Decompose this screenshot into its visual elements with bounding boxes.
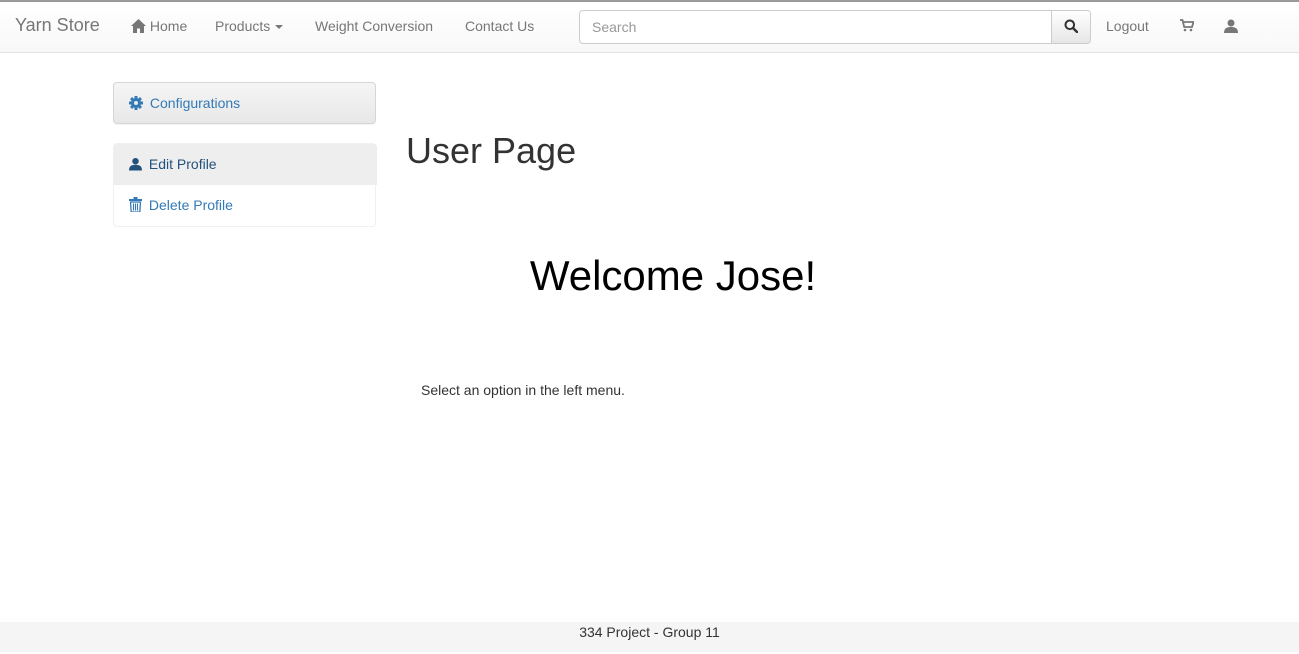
sidebar-menu: Edit Profile Delete Profile (113, 143, 377, 227)
cart-link[interactable] (1180, 19, 1195, 37)
search-form (579, 10, 1091, 44)
home-icon (131, 18, 150, 34)
nav-home-label: Home (149, 18, 188, 34)
user-icon (1224, 19, 1238, 37)
nav-home-link[interactable]: Home (131, 18, 187, 34)
instruction-text: Select an option in the left menu. (421, 382, 625, 398)
chevron-down-icon (275, 25, 284, 29)
footer-text: 334 Project - Group 11 (579, 624, 720, 640)
sidebar-heading: Configurations (113, 82, 376, 124)
user-icon (129, 156, 149, 172)
sidebar-item-edit-profile[interactable]: Edit Profile (114, 144, 377, 185)
gear-icon (129, 95, 150, 111)
profile-link[interactable] (1224, 19, 1238, 38)
cart-icon (1180, 19, 1195, 36)
search-button[interactable] (1051, 11, 1090, 43)
nav-logout-link[interactable]: Logout (1106, 18, 1149, 34)
welcome-heading: Welcome Jose! (529, 252, 817, 299)
nav-weight-conversion-link[interactable]: Weight Conversion (315, 18, 433, 34)
search-input[interactable] (580, 11, 1052, 43)
page-title: User Page (406, 130, 577, 171)
brand-link[interactable]: Yarn Store (15, 15, 100, 36)
configurations-label: Configurations (149, 95, 241, 111)
top-navbar: Yarn Store Home Products Weight Conversi… (0, 2, 1299, 53)
nav-products-label: Products (215, 18, 271, 34)
footer: 334 Project - Group 11 (0, 622, 1299, 652)
nav-products-dropdown[interactable]: Products (215, 18, 284, 34)
sidebar-item-label: Edit Profile (148, 156, 217, 172)
sidebar-item-label: Delete Profile (148, 197, 233, 213)
trash-icon (129, 197, 149, 213)
nav-contact-link[interactable]: Contact Us (465, 18, 534, 34)
search-icon (1064, 19, 1079, 36)
sidebar-item-delete-profile[interactable]: Delete Profile (114, 185, 377, 226)
configurations-heading: Configurations (129, 95, 240, 111)
